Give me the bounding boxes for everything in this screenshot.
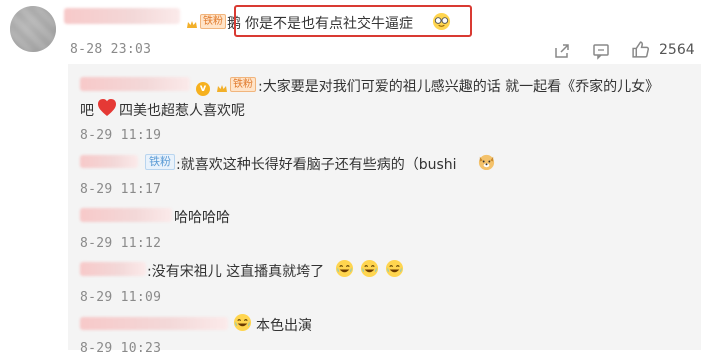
laugh-cry-emoji-icon — [385, 258, 404, 278]
reply-text-prefix: 吧 — [80, 103, 94, 119]
reply-text-line2: 四美也超惹人喜欢呢 — [119, 103, 245, 119]
reply-text: 本色出演 — [256, 318, 312, 334]
blurred-reply-username[interactable] — [80, 77, 190, 91]
reply-text: 哈哈哈哈 — [174, 210, 230, 226]
laugh-cry-emoji-icon — [233, 312, 252, 332]
blurred-reply-username[interactable] — [80, 317, 228, 330]
blurred-reply-username[interactable] — [80, 155, 138, 168]
reply-time: 8-29 11:19 — [80, 128, 162, 143]
reply-text: :就喜欢这种长得好看脑子还有些病的（bushi — [176, 157, 457, 173]
reply-time: 8-29 10:23 — [80, 341, 162, 356]
blurred-reply-username[interactable] — [80, 208, 172, 222]
commenter-avatar[interactable] — [10, 6, 56, 52]
verified-icon: v — [196, 76, 210, 96]
member-crown-icon — [216, 78, 228, 97]
laugh-cry-emoji-icon — [360, 258, 379, 278]
share-icon[interactable] — [553, 42, 571, 64]
laugh-cry-emoji-icon — [335, 258, 354, 278]
blurred-reply-username[interactable] — [80, 262, 146, 276]
member-crown-icon — [186, 14, 198, 33]
like-count: 2564 — [659, 42, 695, 58]
fan-badge: 铁粉 — [145, 154, 175, 170]
dog-emoji-icon — [477, 151, 496, 171]
reply-time: 8-29 11:12 — [80, 236, 162, 251]
fan-badge: 铁粉 — [200, 14, 226, 29]
comment-time: 8-28 23:03 — [70, 42, 152, 57]
heart-icon — [97, 98, 117, 121]
reply-time: 8-29 11:09 — [80, 290, 162, 305]
reply-time: 8-29 11:17 — [80, 182, 162, 197]
thumbs-up-icon[interactable] — [631, 40, 650, 63]
blurred-username[interactable] — [64, 8, 180, 24]
reply-text-line1: :大家要是对我们可爱的祖儿感兴趣的话 就一起看《乔家的儿女》 — [258, 79, 660, 95]
reply-text: :没有宋祖儿 这直播真就垮了 — [147, 264, 325, 280]
highlight-box — [234, 5, 472, 37]
fan-badge: 铁粉 — [230, 77, 256, 92]
comment-icon[interactable] — [592, 42, 610, 64]
